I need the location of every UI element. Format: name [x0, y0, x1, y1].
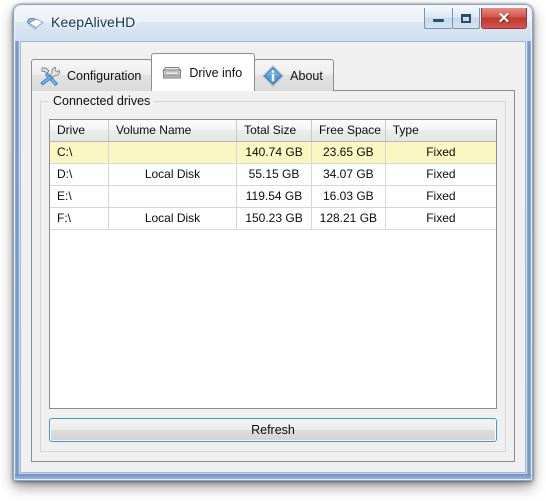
cell-total: 140.74 GB: [236, 141, 312, 164]
column-header-free-space[interactable]: Free Space: [311, 120, 386, 142]
tab-page-drive-info: Connected drives Drive Volume Name Total…: [31, 90, 515, 462]
tab-drive-info[interactable]: Drive info: [151, 53, 256, 91]
column-header-volume-name[interactable]: Volume Name: [108, 120, 238, 142]
close-icon: ✕: [497, 9, 511, 27]
tab-about-label: About: [290, 68, 323, 83]
cell-drive: C:\: [50, 141, 109, 164]
window-frame-left: [15, 41, 19, 474]
title-bar[interactable]: KeepAliveHD ✕: [15, 6, 531, 41]
window-frame-bottom: [15, 474, 531, 479]
cell-free: 23.65 GB: [311, 141, 386, 164]
tab-configuration[interactable]: Configuration: [31, 59, 153, 91]
tab-control: Configuration Drive info About Connected…: [31, 52, 515, 462]
maximize-button[interactable]: [452, 8, 480, 29]
cell-free: 128.21 GB: [311, 207, 386, 230]
drives-table: Drive Volume Name Total Size Free Space …: [50, 120, 496, 230]
drive-icon: [27, 17, 44, 30]
table-row[interactable]: F:\ Local Disk 150.23 GB 128.21 GB Fixed: [50, 207, 496, 230]
cell-volume: [108, 185, 238, 208]
cell-type: Fixed: [385, 185, 496, 208]
close-button[interactable]: ✕: [481, 8, 527, 29]
cell-volume: Local Disk: [108, 163, 238, 186]
table-row[interactable]: D:\ Local Disk 55.15 GB 34.07 GB Fixed: [50, 163, 496, 186]
cell-total: 55.15 GB: [236, 163, 312, 186]
tab-drive-info-label: Drive info: [189, 65, 243, 80]
client-area: Configuration Drive info About Connected…: [20, 41, 526, 473]
cell-drive: F:\: [50, 207, 109, 230]
cell-volume: [108, 141, 238, 164]
column-header-drive[interactable]: Drive: [50, 120, 109, 142]
info-icon: [262, 64, 284, 87]
cell-type: Fixed: [385, 163, 496, 186]
tools-icon: [40, 66, 61, 86]
cell-drive: D:\: [50, 163, 109, 186]
cell-total: 150.23 GB: [236, 207, 312, 230]
tab-configuration-label: Configuration: [67, 68, 142, 83]
cell-type: Fixed: [385, 141, 496, 164]
cell-type: Fixed: [385, 207, 496, 230]
table-row[interactable]: C:\ 140.74 GB 23.65 GB Fixed: [50, 141, 496, 164]
cell-total: 119.54 GB: [236, 185, 312, 208]
column-header-total-size[interactable]: Total Size: [236, 120, 312, 142]
cell-drive: E:\: [50, 185, 109, 208]
cell-volume: Local Disk: [108, 207, 238, 230]
refresh-button[interactable]: Refresh: [49, 418, 497, 442]
table-header-row: Drive Volume Name Total Size Free Space …: [50, 120, 496, 142]
window-controls: ✕: [424, 8, 527, 29]
hard-drive-icon: [162, 66, 183, 78]
window-frame-right: [527, 41, 531, 474]
minimize-button[interactable]: [424, 8, 452, 29]
maximize-icon: [461, 13, 471, 23]
groupbox-title: Connected drives: [49, 94, 155, 108]
drives-list[interactable]: Drive Volume Name Total Size Free Space …: [49, 119, 497, 409]
cell-free: 16.03 GB: [311, 185, 386, 208]
cell-free: 34.07 GB: [311, 163, 386, 186]
application-window: KeepAliveHD ✕ Configuration Drive info A…: [13, 4, 533, 481]
table-row[interactable]: E:\ 119.54 GB 16.03 GB Fixed: [50, 185, 496, 208]
window-title: KeepAliveHD: [51, 14, 136, 30]
tab-strip: Configuration Drive info About: [31, 52, 515, 91]
connected-drives-groupbox: Connected drives Drive Volume Name Total…: [40, 94, 506, 452]
tab-about[interactable]: About: [254, 59, 334, 91]
column-header-type[interactable]: Type: [385, 120, 496, 142]
minimize-icon: [433, 19, 444, 22]
